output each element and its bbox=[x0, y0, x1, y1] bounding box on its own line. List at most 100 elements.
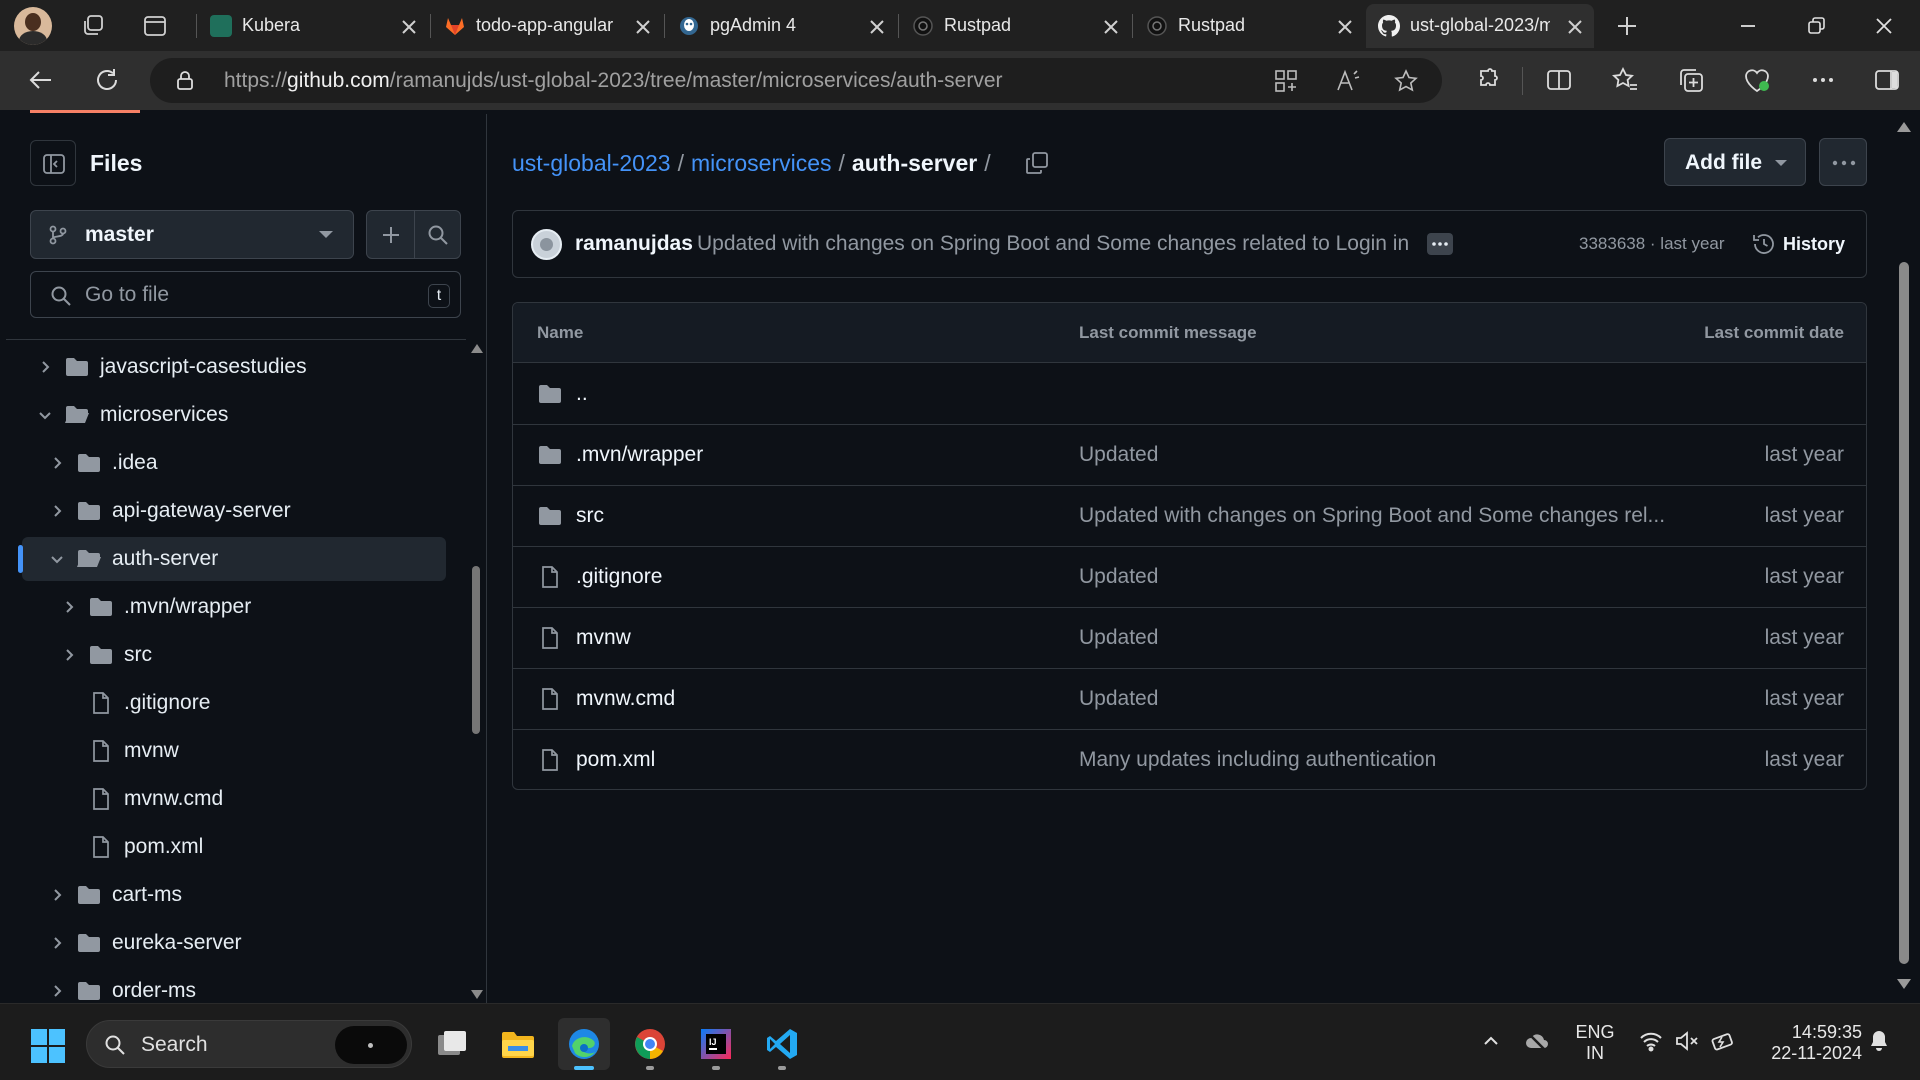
tree-scrollbar[interactable] bbox=[468, 344, 484, 999]
scroll-up-arrow-icon[interactable] bbox=[471, 344, 483, 353]
commit-sha-time[interactable]: 3383638 · last year bbox=[1579, 234, 1725, 254]
row-commit-message[interactable]: Updated bbox=[1079, 687, 1158, 711]
language-indicator[interactable]: ENG IN bbox=[1574, 1022, 1616, 1064]
clock[interactable]: 14:59:35 22-11-2024 bbox=[1752, 1022, 1862, 1064]
onedrive-cloud-icon[interactable] bbox=[1524, 1028, 1550, 1054]
table-row[interactable]: mvnw.cmd Updated last year bbox=[513, 669, 1866, 730]
tree-item-mvnw-cmd[interactable]: mvnw.cmd bbox=[22, 777, 446, 821]
chrome-app[interactable] bbox=[624, 1018, 676, 1070]
tree-item-auth-server[interactable]: auth-server bbox=[18, 537, 446, 581]
close-tab-icon[interactable] bbox=[1100, 16, 1122, 38]
read-aloud-icon[interactable] bbox=[1335, 68, 1361, 94]
favorites-icon[interactable] bbox=[1610, 65, 1640, 95]
history-link[interactable]: History bbox=[1783, 234, 1845, 255]
add-file-plus-icon[interactable] bbox=[379, 223, 403, 247]
file-explorer-app[interactable] bbox=[492, 1018, 544, 1070]
table-row[interactable]: .gitignore Updated last year bbox=[513, 547, 1866, 608]
row-commit-message[interactable]: Updated bbox=[1079, 443, 1158, 467]
browser-tab[interactable]: pgAdmin 4 bbox=[666, 4, 896, 48]
back-icon[interactable] bbox=[26, 65, 56, 95]
row-name[interactable]: mvnw bbox=[576, 626, 631, 650]
go-to-file-input[interactable] bbox=[85, 280, 385, 310]
go-to-file-field[interactable]: t bbox=[30, 271, 461, 318]
tree-item-eureka-server[interactable]: eureka-server bbox=[22, 921, 446, 965]
restore-icon[interactable] bbox=[1800, 10, 1832, 42]
search-code-icon[interactable] bbox=[426, 223, 450, 247]
table-row-parent[interactable]: .. bbox=[513, 364, 1866, 425]
chevron-down-icon[interactable] bbox=[48, 550, 66, 568]
split-screen-icon[interactable] bbox=[1544, 65, 1574, 95]
browser-tab-active[interactable]: ust-global-2023/microservices bbox=[1366, 4, 1594, 48]
commit-author[interactable]: ramanujdas bbox=[575, 232, 693, 256]
row-name[interactable]: .mvn/wrapper bbox=[576, 443, 703, 467]
history-icon[interactable] bbox=[1751, 231, 1777, 257]
close-tab-icon[interactable] bbox=[1334, 16, 1356, 38]
taskbar-search[interactable]: Search bbox=[86, 1020, 412, 1068]
chevron-down-icon[interactable] bbox=[36, 406, 54, 424]
row-commit-message[interactable]: Updated bbox=[1079, 626, 1158, 650]
tree-item-mvnw[interactable]: mvnw bbox=[22, 729, 446, 773]
table-row[interactable]: src Updated with changes on Spring Boot … bbox=[513, 486, 1866, 547]
task-view-app[interactable] bbox=[426, 1018, 478, 1070]
close-tab-icon[interactable] bbox=[398, 16, 420, 38]
volume-muted-icon[interactable] bbox=[1674, 1028, 1700, 1054]
tree-item-api-gateway-server[interactable]: api-gateway-server bbox=[22, 489, 446, 533]
avatar[interactable] bbox=[531, 229, 562, 260]
scroll-down-arrow-icon[interactable] bbox=[471, 990, 483, 999]
browser-tab[interactable]: todo-app-angular bbox=[432, 4, 662, 48]
chevron-right-icon[interactable] bbox=[48, 454, 66, 472]
tree-item-cart-ms[interactable]: cart-ms bbox=[22, 873, 446, 917]
row-name[interactable]: mvnw.cmd bbox=[576, 687, 675, 711]
chevron-right-icon[interactable] bbox=[36, 358, 54, 376]
app-available-icon[interactable] bbox=[1273, 68, 1299, 94]
chevron-right-icon[interactable] bbox=[48, 934, 66, 952]
windows-start-icon[interactable] bbox=[30, 1028, 66, 1064]
lock-icon[interactable] bbox=[174, 69, 196, 91]
extensions-icon[interactable] bbox=[1474, 65, 1504, 95]
favorite-star-icon[interactable] bbox=[1393, 68, 1419, 94]
notification-bell-icon[interactable] bbox=[1866, 1028, 1892, 1054]
intellij-app[interactable]: IJ bbox=[690, 1018, 742, 1070]
chevron-right-icon[interactable] bbox=[60, 646, 78, 664]
row-name[interactable]: src bbox=[576, 504, 604, 528]
scroll-down-arrow-icon[interactable] bbox=[1897, 979, 1911, 989]
chevron-right-icon[interactable] bbox=[48, 502, 66, 520]
copy-path-icon[interactable] bbox=[1024, 150, 1050, 176]
collections-icon[interactable] bbox=[1676, 65, 1706, 95]
wifi-icon[interactable] bbox=[1638, 1028, 1664, 1054]
sidebar-toggle-icon[interactable] bbox=[1872, 65, 1902, 95]
browser-essentials-icon[interactable] bbox=[1742, 65, 1772, 95]
tree-item-idea[interactable]: .idea bbox=[22, 441, 446, 485]
close-tab-icon[interactable] bbox=[632, 16, 654, 38]
tree-item-src[interactable]: src bbox=[22, 633, 446, 677]
chevron-right-icon[interactable] bbox=[60, 598, 78, 616]
new-tab-icon[interactable] bbox=[1614, 13, 1640, 39]
browser-tab[interactable]: Rustpad bbox=[1134, 4, 1364, 48]
refresh-icon[interactable] bbox=[92, 65, 122, 95]
breadcrumb-dir-link[interactable]: microservices bbox=[691, 150, 832, 176]
settings-more-icon[interactable] bbox=[1808, 65, 1838, 95]
address-bar[interactable]: https://github.com/ramanujds/ust-global-… bbox=[150, 58, 1442, 103]
branch-selector[interactable]: master bbox=[30, 210, 354, 259]
vertical-tabs-icon[interactable] bbox=[142, 13, 168, 39]
commit-message[interactable]: Updated with changes on Spring Boot and … bbox=[697, 232, 1409, 256]
expand-commit-message-button[interactable] bbox=[1427, 233, 1453, 255]
tree-item-microservices[interactable]: microservices bbox=[22, 393, 446, 437]
battery-charging-icon[interactable] bbox=[1710, 1028, 1736, 1054]
table-row[interactable]: mvnw Updated last year bbox=[513, 608, 1866, 669]
scrollbar-thumb[interactable] bbox=[1899, 262, 1909, 964]
tree-item-javascript-casestudies[interactable]: javascript-casestudies bbox=[22, 345, 446, 389]
tree-item-pom-xml[interactable]: pom.xml bbox=[22, 825, 446, 869]
workspaces-icon[interactable] bbox=[80, 13, 106, 39]
row-name[interactable]: .gitignore bbox=[576, 565, 662, 589]
minimize-icon[interactable] bbox=[1732, 10, 1764, 42]
browser-tab[interactable]: Rustpad bbox=[900, 4, 1130, 48]
tree-item-mvn-wrapper[interactable]: .mvn/wrapper bbox=[22, 585, 446, 629]
url-text[interactable]: https://github.com/ramanujds/ust-global-… bbox=[224, 69, 1003, 93]
profile-avatar[interactable] bbox=[14, 7, 52, 45]
row-name[interactable]: .. bbox=[576, 382, 588, 406]
table-row[interactable]: .mvn/wrapper Updated last year bbox=[513, 425, 1866, 486]
show-hidden-icons-chevron-up-icon[interactable] bbox=[1478, 1028, 1504, 1054]
collapse-sidebar-button[interactable] bbox=[30, 140, 76, 186]
row-commit-message[interactable]: Updated with changes on Spring Boot and … bbox=[1079, 504, 1665, 528]
